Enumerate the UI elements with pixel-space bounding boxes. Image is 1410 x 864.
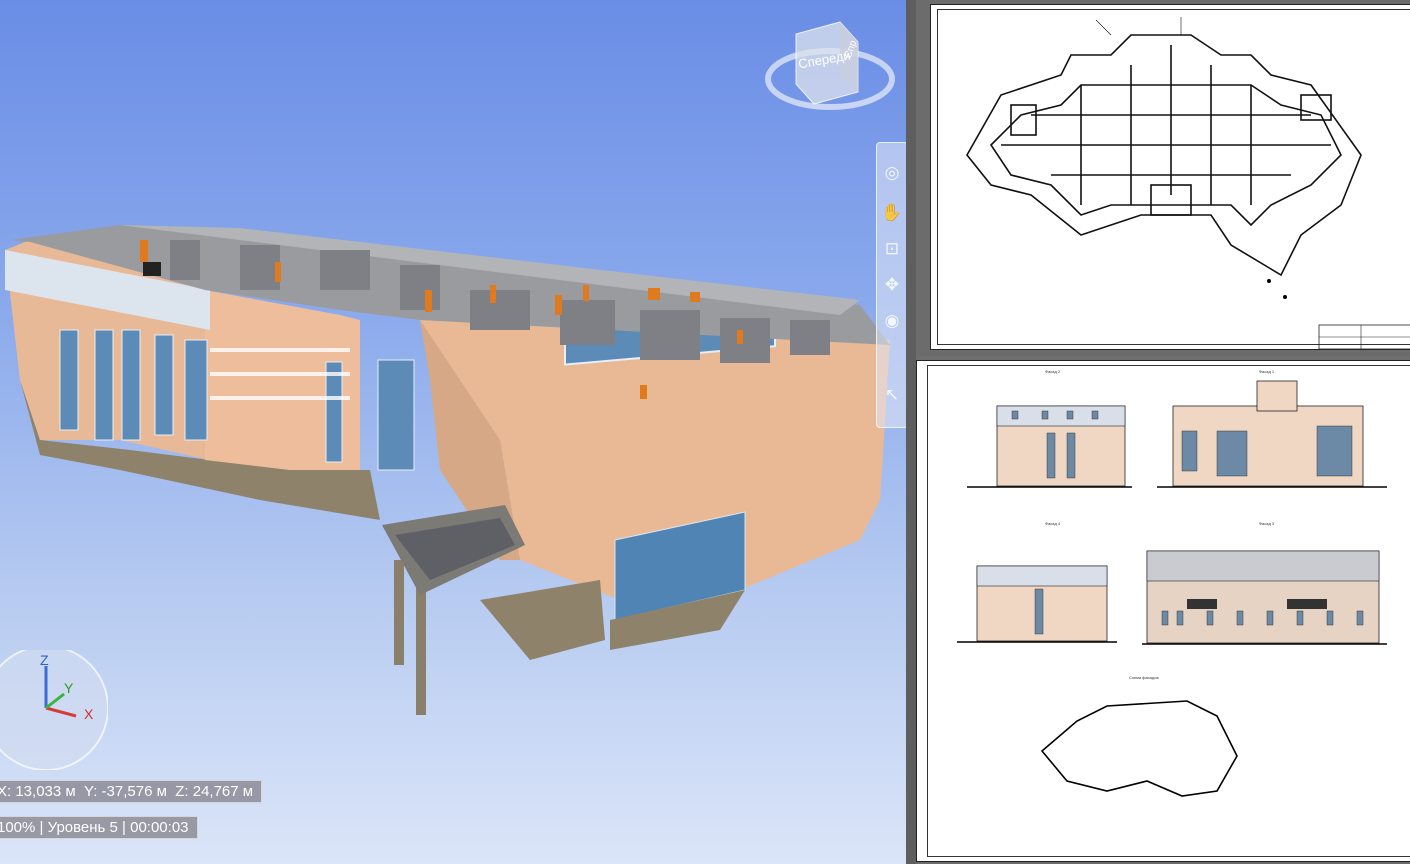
coordinate-readout: X: 13,033 м Y: -37,576 м Z: 24,767 м	[0, 780, 263, 803]
sheet-view-floor-plan[interactable]	[916, 0, 1410, 356]
column	[394, 560, 404, 665]
sheet-label-facade-2: Фасад 2	[1045, 369, 1061, 374]
axis-gizmo: Z Y X	[0, 645, 109, 771]
facade-3-elevation	[1142, 550, 1387, 645]
facade-scheme	[1040, 700, 1238, 797]
stairs	[480, 580, 605, 660]
elevations-drawing	[957, 380, 1387, 797]
model-viewport[interactable]: Спереди Спр ◎ ✋ ⊡ ✥ ◉ ↖ Z Y X X: 13,033 …	[0, 0, 906, 864]
zoom-window-icon[interactable]: ⊡	[880, 237, 904, 261]
column	[416, 575, 426, 715]
building-model[interactable]	[0, 0, 906, 864]
drawing-sheet: Фасад 2 Фасад 1 Фасад 4 Фасад 3 Схема фа…	[916, 360, 1410, 862]
sheet-label-facade-4: Фасад 4	[1045, 521, 1061, 526]
sheet-label-scheme: Схема фасадов	[1129, 675, 1159, 680]
viewcube[interactable]: Спереди Спр	[760, 14, 900, 114]
axis-x-label: X	[84, 706, 94, 722]
facade-1-elevation	[1157, 380, 1387, 488]
floor-plan-drawing	[966, 17, 1410, 349]
drawing-sheet	[930, 4, 1410, 350]
facade-4-elevation	[957, 565, 1117, 643]
axis-z-label: Z	[40, 652, 49, 668]
steering-wheel-icon[interactable]: ◎	[880, 161, 904, 185]
orbit-icon[interactable]: ✥	[880, 273, 904, 297]
sheet-label-facade-1: Фасад 1	[1259, 369, 1275, 374]
navigation-bar: ◎ ✋ ⊡ ✥ ◉ ↖	[876, 142, 906, 428]
roof-vent	[143, 262, 161, 276]
pane-divider[interactable]	[906, 0, 916, 864]
select-arrow-icon[interactable]: ↖	[880, 383, 904, 407]
sheet-label-facade-3: Фасад 3	[1259, 521, 1275, 526]
pan-hand-icon[interactable]: ✋	[880, 201, 904, 225]
axis-y-label: Y	[64, 680, 74, 696]
look-around-icon[interactable]: ◉	[880, 309, 904, 333]
sheet-view-elevations[interactable]: Фасад 2 Фасад 1 Фасад 4 Фасад 3 Схема фа…	[916, 360, 1410, 864]
facade-2-elevation	[967, 405, 1132, 488]
status-readout: 100% | Уровень 5 | 00:00:03	[0, 816, 198, 839]
